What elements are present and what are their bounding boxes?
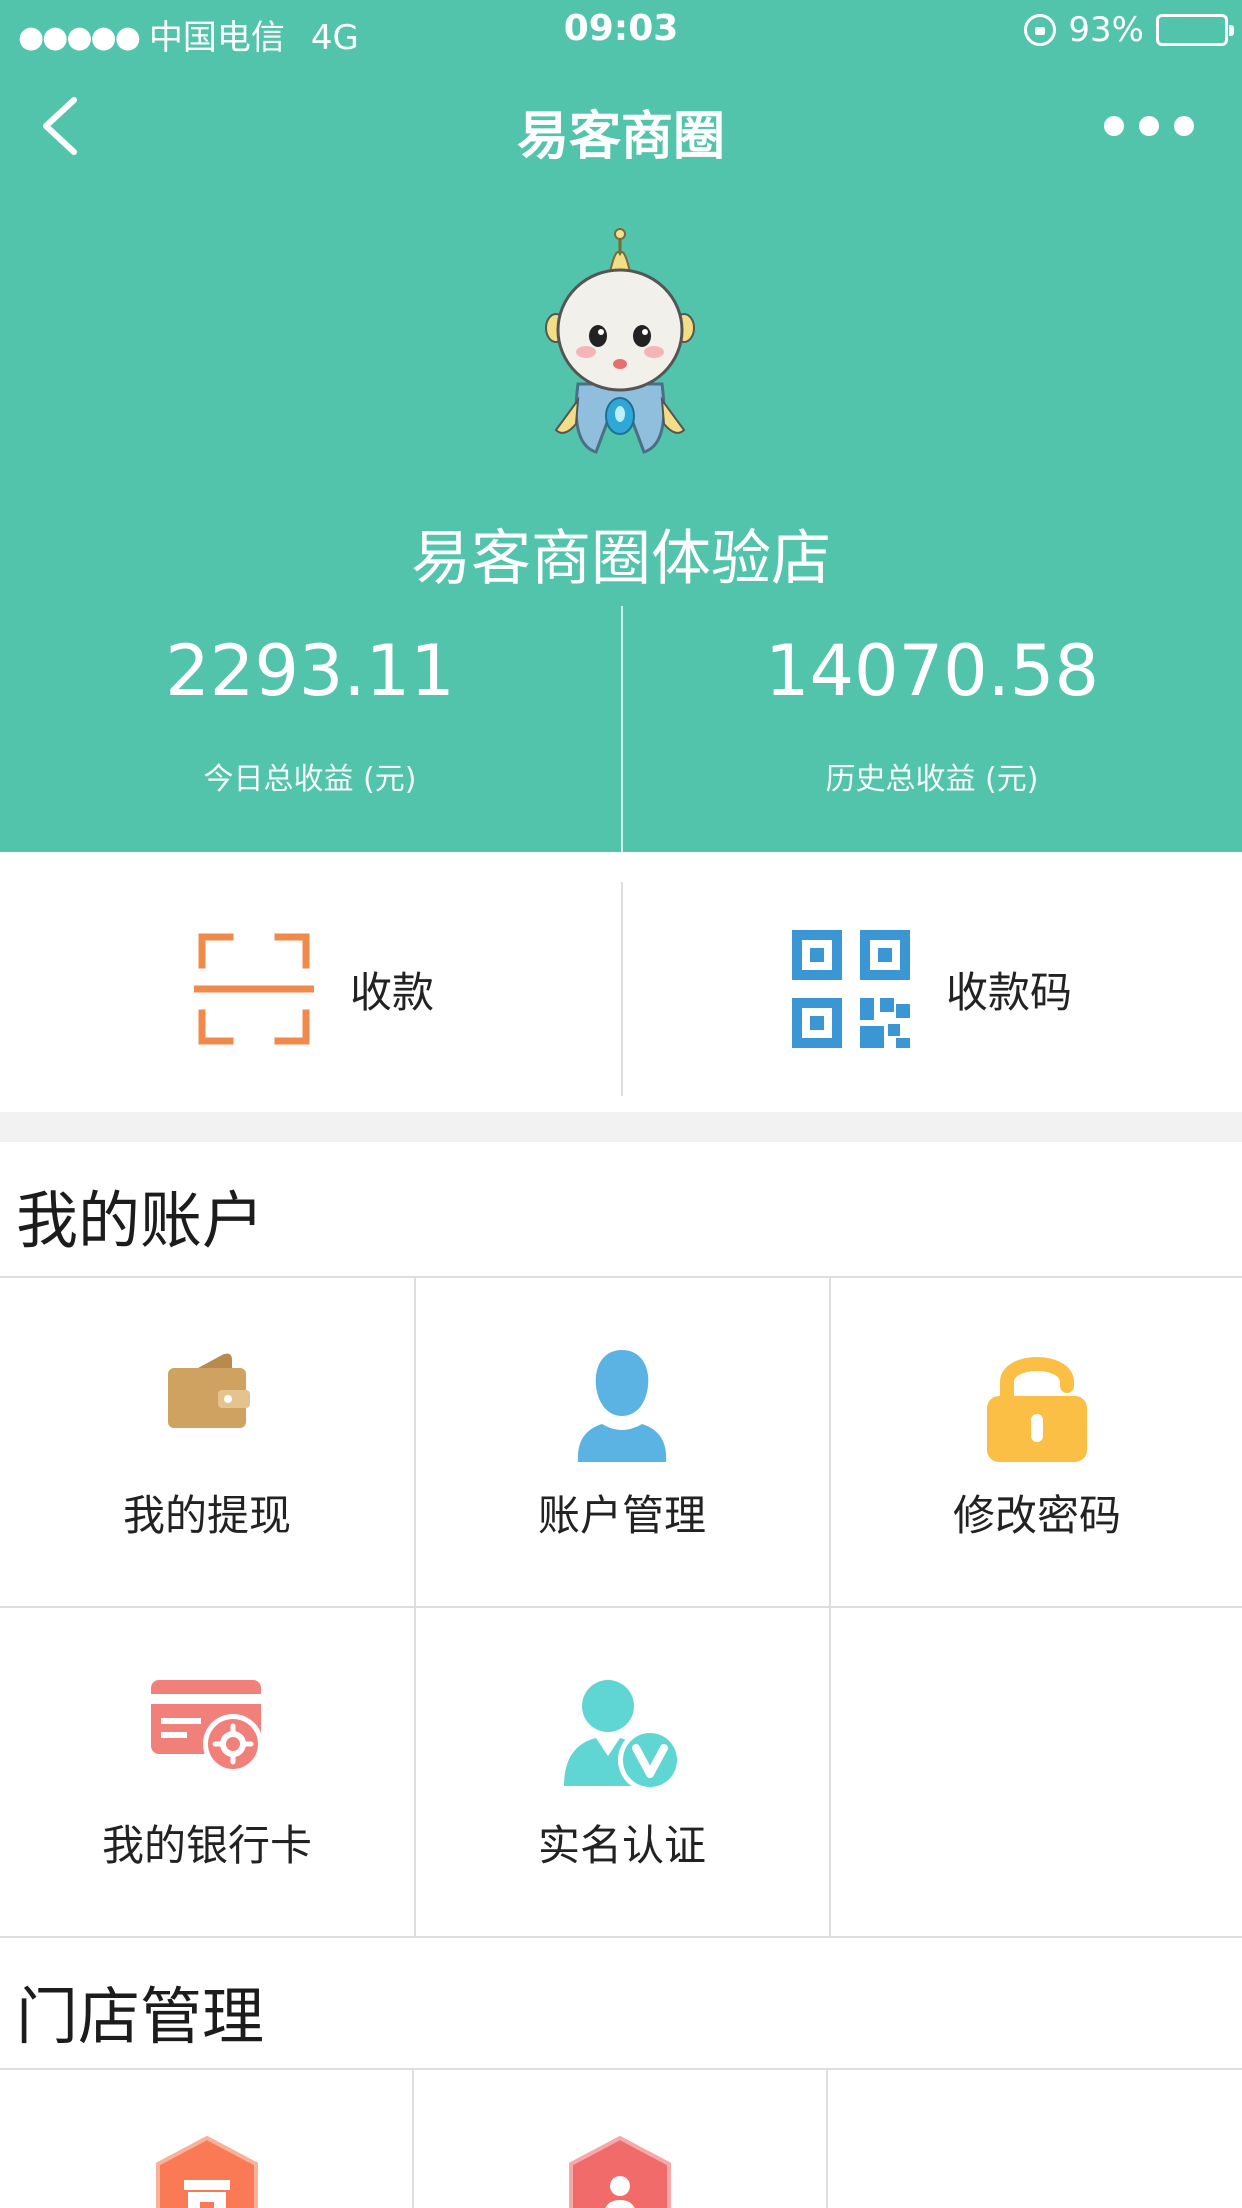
more-dot <box>1174 116 1194 136</box>
store-icon <box>156 2136 258 2208</box>
shop-avatar[interactable] <box>520 224 720 464</box>
status-right: 93% <box>1024 10 1234 50</box>
my-withdrawal-item[interactable]: 我的提现 <box>0 1278 414 1606</box>
history-earnings[interactable]: 14070.58 历史总收益 (元) <box>622 606 1242 852</box>
nav-bar: 易客商圈 <box>0 62 1242 190</box>
cell-label: 账户管理 <box>537 1491 706 1540</box>
real-name-verification-item[interactable]: 实名认证 <box>415 1608 829 1936</box>
today-earnings-label: 今日总收益 (元) <box>203 762 417 797</box>
my-bank-card-item[interactable]: 我的银行卡 <box>0 1608 414 1936</box>
more-button[interactable] <box>1104 92 1194 160</box>
cell-label: 修改密码 <box>952 1491 1121 1540</box>
staff-icon <box>569 2136 671 2208</box>
staff-item[interactable] <box>413 2070 827 2208</box>
history-earnings-label: 历史总收益 (元) <box>825 762 1039 797</box>
earnings-stats: 2293.11 今日总收益 (元) 14070.58 历史总收益 (元) <box>0 606 1242 852</box>
collect-payment-button[interactable]: 收款 <box>194 866 434 1112</box>
divider <box>0 1936 1242 1938</box>
more-dot <box>1104 116 1124 136</box>
shop-name: 易客商圈体验店 <box>411 524 831 594</box>
history-earnings-value: 14070.58 <box>764 630 1099 712</box>
status-bar: ●●●●● 中国电信 4G 09:03 93% <box>0 0 1242 62</box>
cell-label: 实名认证 <box>537 1821 706 1870</box>
account-management-item[interactable]: 账户管理 <box>415 1278 829 1606</box>
qrcode-icon <box>792 930 910 1048</box>
collect-payment-label: 收款 <box>350 967 435 1017</box>
page-title: 易客商圈 <box>516 107 725 167</box>
user-icon <box>577 1350 667 1462</box>
today-earnings-value: 2293.11 <box>165 630 455 712</box>
cell-label: 我的银行卡 <box>101 1821 312 1870</box>
battery-percent: 93% <box>1068 10 1144 50</box>
wallet-icon <box>168 1353 250 1428</box>
cell-label: 我的提现 <box>122 1491 291 1540</box>
payment-qrcode-label: 收款码 <box>946 967 1073 1017</box>
section-gap <box>0 1112 1242 1142</box>
change-password-item[interactable]: 修改密码 <box>830 1278 1242 1606</box>
store-section-title: 门店管理 <box>16 1980 265 2053</box>
rotation-lock-icon <box>1024 14 1057 46</box>
account-section-title: 我的账户 <box>16 1184 265 1257</box>
bank-card-icon <box>151 1680 263 1774</box>
more-dot <box>1139 116 1159 136</box>
verified-user-icon <box>564 1680 682 1792</box>
today-earnings[interactable]: 2293.11 今日总收益 (元) <box>0 606 620 852</box>
quick-actions: 收款 收款码 <box>0 866 1242 1112</box>
store-item[interactable] <box>0 2070 414 2208</box>
unlock-icon <box>987 1357 1087 1462</box>
payment-qrcode-button[interactable]: 收款码 <box>792 866 1072 1112</box>
header-panel: ●●●●● 中国电信 4G 09:03 93% 易客商圈 易客商圈体验店 229… <box>0 0 1242 852</box>
quick-divider <box>621 882 623 1096</box>
scan-icon <box>194 933 314 1045</box>
battery-icon <box>1156 14 1234 46</box>
